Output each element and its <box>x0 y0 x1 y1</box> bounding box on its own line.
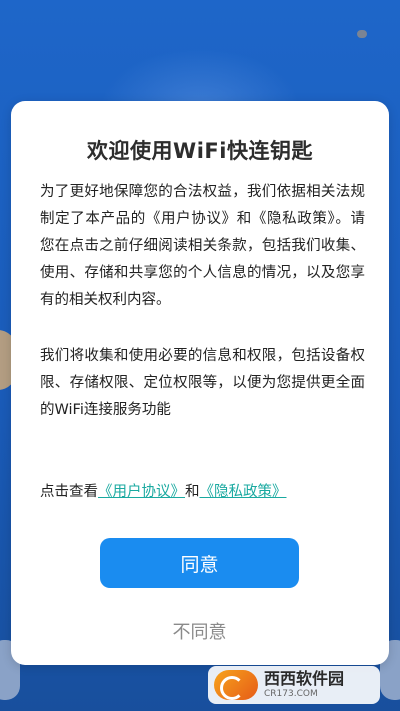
agree-button[interactable]: 同意 <box>100 538 299 588</box>
links-prefix-text: 点击查看 <box>40 484 98 500</box>
links-and-text: 和 <box>185 484 200 500</box>
privacy-consent-dialog: 欢迎使用WiFi快连钥匙 为了更好地保障您的合法权益，我们依据相关法规制定了本产… <box>11 101 389 665</box>
privacy-policy-link[interactable]: 《隐私政策》 <box>200 484 287 500</box>
watermark-main-text: 西西软件园 <box>264 669 345 688</box>
app-screen: 欢迎使用WiFi快连钥匙 为了更好地保障您的合法权益，我们依据相关法规制定了本产… <box>0 0 400 711</box>
watermark-text: 西西软件园 CR173.COM <box>264 670 344 700</box>
consent-paragraph-2: 我们将收集和使用必要的信息和权限，包括设备权限、存储权限、定位权限等，以便为您提… <box>40 348 365 418</box>
agreement-links-line: 点击查看《用户协议》和《隐私政策》 <box>40 480 287 501</box>
user-agreement-link[interactable]: 《用户协议》 <box>98 484 185 500</box>
watermark-logo-icon <box>214 670 258 700</box>
background-indicator-dot <box>357 30 367 38</box>
consent-paragraph-1: 为了更好地保障您的合法权益，我们依据相关法规制定了本产品的《用户协议》和《隐私政… <box>40 184 365 308</box>
dialog-title: 欢迎使用WiFi快连钥匙 <box>87 139 313 163</box>
site-watermark: 西西软件园 CR173.COM <box>208 666 380 704</box>
watermark-sub-text: CR173.COM <box>264 689 318 699</box>
disagree-button[interactable]: 不同意 <box>100 613 299 649</box>
